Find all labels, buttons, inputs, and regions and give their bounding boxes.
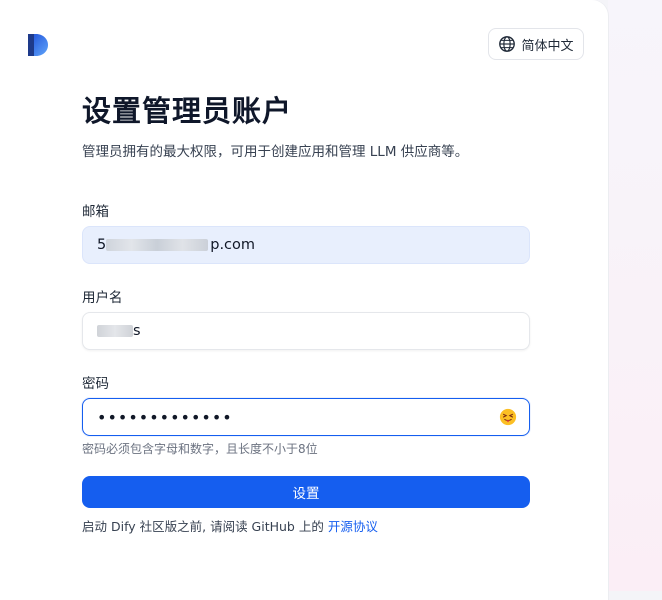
eye-emoji-icon[interactable]	[499, 408, 517, 426]
license-notice: 启动 Dify 社区版之前, 请阅读 GitHub 上的 开源协议	[82, 516, 378, 535]
email-label: 邮箱	[82, 204, 109, 220]
submit-button[interactable]: 设置	[82, 476, 530, 508]
password-field[interactable]: •••••••••••••	[82, 398, 530, 436]
email-field[interactable]: 5 p.com	[82, 226, 530, 264]
username-redaction	[97, 325, 133, 337]
language-label: 简体中文	[521, 38, 574, 54]
page-subtitle: 管理员拥有的最大权限，可用于创建应用和管理 LLM 供应商等。	[82, 144, 469, 160]
submit-label: 设置	[292, 486, 320, 502]
page-background	[608, 0, 662, 591]
password-hint: 密码必须包含字母和数字，且长度不小于8位	[82, 442, 318, 456]
page-title: 设置管理员账户	[82, 94, 293, 128]
setup-card: 简体中文 设置管理员账户 管理员拥有的最大权限，可用于创建应用和管理 LLM 供…	[0, 0, 608, 600]
username-field[interactable]: s	[82, 312, 530, 350]
email-value-start: 5	[97, 237, 107, 253]
email-value-end: p.com	[210, 237, 256, 253]
password-label: 密码	[82, 376, 109, 392]
password-value: •••••••••••••	[97, 407, 233, 427]
license-link[interactable]: 开源协议	[328, 519, 378, 534]
globe-icon	[499, 36, 516, 52]
username-value-end: s	[133, 323, 141, 339]
license-notice-text: 启动 Dify 社区版之前, 请阅读 GitHub 上的	[82, 519, 324, 534]
email-redaction	[106, 239, 209, 251]
language-switch-button[interactable]: 简体中文	[488, 28, 584, 60]
username-label: 用户名	[82, 290, 123, 306]
dify-logo-icon	[28, 34, 48, 56]
